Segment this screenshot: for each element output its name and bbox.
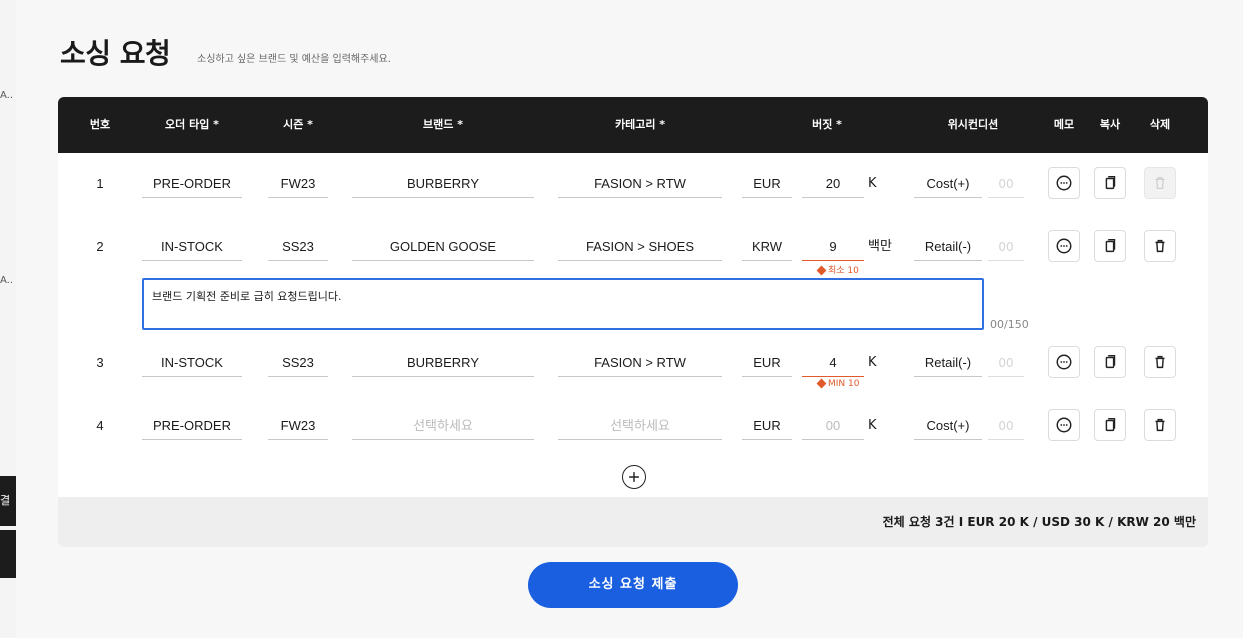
brand-select[interactable]: BURBERRY: [352, 349, 534, 377]
memo-button[interactable]: [1048, 230, 1080, 262]
summary-bar: 전체 요청 3건 I EUR 20 K / USD 30 K / KRW 20 …: [58, 497, 1208, 547]
wish-condition-value-input[interactable]: 00: [988, 170, 1024, 198]
add-row-button[interactable]: [622, 465, 646, 489]
memo-button[interactable]: [1048, 167, 1080, 199]
memo-char-count: 00/150: [990, 318, 1029, 331]
chat-bubble-icon: [1056, 354, 1072, 370]
wish-condition-value-input[interactable]: 00: [988, 233, 1024, 261]
copy-icon: [1105, 417, 1116, 432]
warning-icon: [816, 265, 827, 276]
header-copy: 복사: [1099, 118, 1121, 131]
header-delete: 삭제: [1149, 118, 1171, 131]
currency-select[interactable]: KRW: [742, 233, 792, 261]
wish-condition-value-input[interactable]: 00: [988, 412, 1024, 440]
header-order-type: 오더 타입 *: [165, 118, 219, 131]
delete-button[interactable]: [1144, 167, 1176, 199]
table-row: 4 PRE-ORDER FW23 선택하세요 선택하세요 EUR 00 K Co…: [58, 406, 1208, 446]
delete-button[interactable]: [1144, 230, 1176, 262]
trash-icon: [1155, 418, 1165, 432]
request-table: 번호 오더 타입 * 시즌 * 브랜드 * 카테고리 * 버짓 * 위시컨디션 …: [58, 97, 1208, 547]
season-select[interactable]: FW23: [268, 412, 328, 440]
header-wish-condition: 위시컨디션: [947, 118, 999, 131]
submit-button[interactable]: 소싱 요청 제출: [528, 562, 738, 608]
copy-button[interactable]: [1094, 346, 1126, 378]
wish-condition-select[interactable]: Cost(+): [914, 412, 982, 440]
delete-button[interactable]: [1144, 346, 1176, 378]
chat-bubble-icon: [1056, 175, 1072, 191]
background-text: A..: [0, 275, 14, 286]
header-memo: 메모: [1053, 118, 1075, 131]
order-type-select[interactable]: PRE-ORDER: [142, 170, 242, 198]
memo-textarea[interactable]: 브랜드 기획전 준비로 급히 요청드립니다.: [142, 278, 984, 330]
currency-select[interactable]: EUR: [742, 349, 792, 377]
budget-unit: K: [868, 355, 877, 370]
page-subtitle: 소싱하고 싶은 브랜드 및 예산을 입력해주세요.: [197, 54, 391, 65]
brand-select[interactable]: GOLDEN GOOSE: [352, 233, 534, 261]
currency-select[interactable]: EUR: [742, 412, 792, 440]
wish-condition-select[interactable]: Retail(-): [914, 233, 982, 261]
table-row: 1 PRE-ORDER FW23 BURBERRY FASION > RTW E…: [58, 164, 1208, 204]
row-number: 2: [96, 239, 104, 254]
plus-icon: [629, 472, 639, 482]
header-category: 카테고리 *: [614, 118, 666, 131]
trash-icon: [1155, 355, 1165, 369]
brand-select[interactable]: BURBERRY: [352, 170, 534, 198]
budget-unit: 백만: [868, 239, 892, 254]
copy-icon: [1105, 354, 1116, 369]
header-no: 번호: [89, 118, 111, 131]
copy-button[interactable]: [1094, 409, 1126, 441]
budget-input[interactable]: 9: [802, 233, 864, 261]
budget-input[interactable]: 4: [802, 349, 864, 377]
category-select[interactable]: FASION > RTW: [558, 349, 722, 377]
trash-icon: [1155, 176, 1165, 190]
budget-warning: 최소 10: [816, 263, 859, 276]
order-type-select[interactable]: IN-STOCK: [142, 349, 242, 377]
background-button: 결과: [0, 476, 16, 526]
warning-icon: [816, 378, 827, 389]
season-select[interactable]: SS23: [268, 349, 328, 377]
budget-input[interactable]: 00: [802, 412, 864, 440]
row-number: 3: [96, 355, 104, 370]
currency-select[interactable]: EUR: [742, 170, 792, 198]
header-budget: 버짓 *: [812, 118, 842, 131]
summary-text: 전체 요청 3건 I EUR 20 K / USD 30 K / KRW 20 …: [882, 515, 1196, 529]
table-row: 2 IN-STOCK SS23 GOLDEN GOOSE FASION > SH…: [58, 227, 1208, 276]
delete-button[interactable]: [1144, 409, 1176, 441]
brand-select[interactable]: 선택하세요: [352, 412, 534, 440]
budget-warning: MIN 10: [816, 378, 859, 389]
trash-icon: [1155, 239, 1165, 253]
header-season: 시즌 *: [283, 118, 313, 131]
chat-bubble-icon: [1056, 238, 1072, 254]
budget-input[interactable]: 20: [802, 170, 864, 198]
background-button: [0, 530, 16, 578]
memo-button[interactable]: [1048, 346, 1080, 378]
order-type-select[interactable]: IN-STOCK: [142, 233, 242, 261]
category-select[interactable]: FASION > SHOES: [558, 233, 722, 261]
budget-unit: K: [868, 418, 877, 433]
header-brand: 브랜드 *: [423, 118, 463, 131]
wish-condition-value-input[interactable]: 00: [988, 349, 1024, 377]
background-page: A.. A.. 결과: [0, 0, 16, 638]
sourcing-request-modal: 소싱 요청 소싱하고 싶은 브랜드 및 예산을 입력해주세요. 번호 오더 타입…: [16, 0, 1243, 638]
category-select[interactable]: FASION > RTW: [558, 170, 722, 198]
season-select[interactable]: FW23: [268, 170, 328, 198]
chat-bubble-icon: [1056, 417, 1072, 433]
row-number: 1: [96, 176, 104, 191]
background-text: A..: [0, 90, 14, 101]
budget-unit: K: [868, 176, 877, 191]
wish-condition-select[interactable]: Cost(+): [914, 170, 982, 198]
category-select[interactable]: 선택하세요: [558, 412, 722, 440]
copy-button[interactable]: [1094, 167, 1126, 199]
page-title: 소싱 요청: [60, 37, 171, 70]
season-select[interactable]: SS23: [268, 233, 328, 261]
memo-button[interactable]: [1048, 409, 1080, 441]
copy-button[interactable]: [1094, 230, 1126, 262]
order-type-select[interactable]: PRE-ORDER: [142, 412, 242, 440]
copy-icon: [1105, 175, 1116, 190]
table-row: 3 IN-STOCK SS23 BURBERRY FASION > RTW EU…: [58, 343, 1208, 389]
wish-condition-select[interactable]: Retail(-): [914, 349, 982, 377]
table-header: 번호 오더 타입 * 시즌 * 브랜드 * 카테고리 * 버짓 * 위시컨디션 …: [58, 97, 1208, 153]
row-number: 4: [96, 418, 104, 433]
copy-icon: [1105, 238, 1116, 253]
